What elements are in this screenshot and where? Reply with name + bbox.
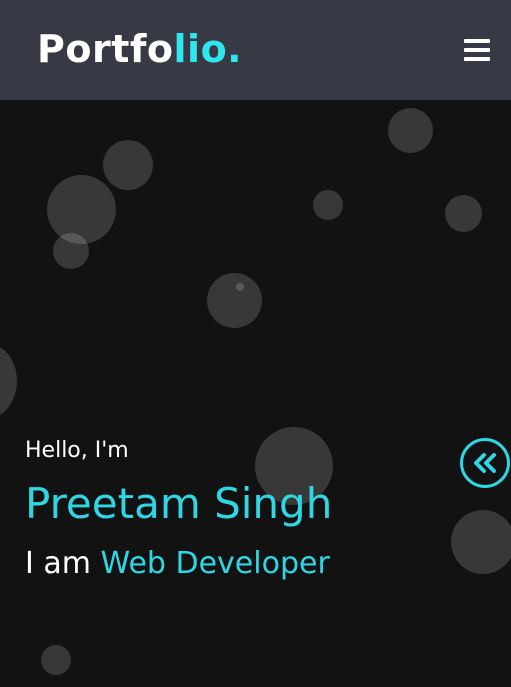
background-bubble: [41, 645, 71, 675]
logo[interactable]: Portfolio.: [37, 26, 242, 72]
background-bubble: [313, 190, 343, 220]
background-bubble: [451, 510, 511, 574]
logo-accent: lio.: [173, 27, 243, 71]
background-bubble: [388, 108, 433, 153]
double-chevron-left-icon[interactable]: [460, 438, 510, 488]
menu-bar: [464, 39, 490, 43]
role-text: Web Developer: [100, 546, 330, 581]
menu-bar: [464, 57, 490, 61]
hamburger-menu-icon[interactable]: [464, 39, 490, 63]
background-bubble: [47, 175, 116, 244]
background-bubble: [103, 140, 153, 190]
background-bubble: [236, 283, 244, 291]
role-line: I am Web Developer: [25, 544, 330, 584]
navbar: Portfolio.: [0, 0, 511, 100]
role-prefix: I am: [25, 546, 91, 581]
background-bubble: [53, 233, 89, 269]
background-bubble: [0, 343, 17, 419]
menu-bar: [464, 48, 490, 52]
hero-name: Preetam Singh: [25, 479, 333, 528]
logo-main: Portfo: [37, 27, 174, 71]
greeting-text: Hello, I'm: [25, 438, 129, 463]
double-chevron-left-icon-shape: [474, 453, 496, 473]
hero-section: Hello, I'm Preetam Singh I am Web Develo…: [0, 100, 511, 687]
background-bubble: [445, 195, 482, 232]
background-bubble: [207, 273, 262, 328]
